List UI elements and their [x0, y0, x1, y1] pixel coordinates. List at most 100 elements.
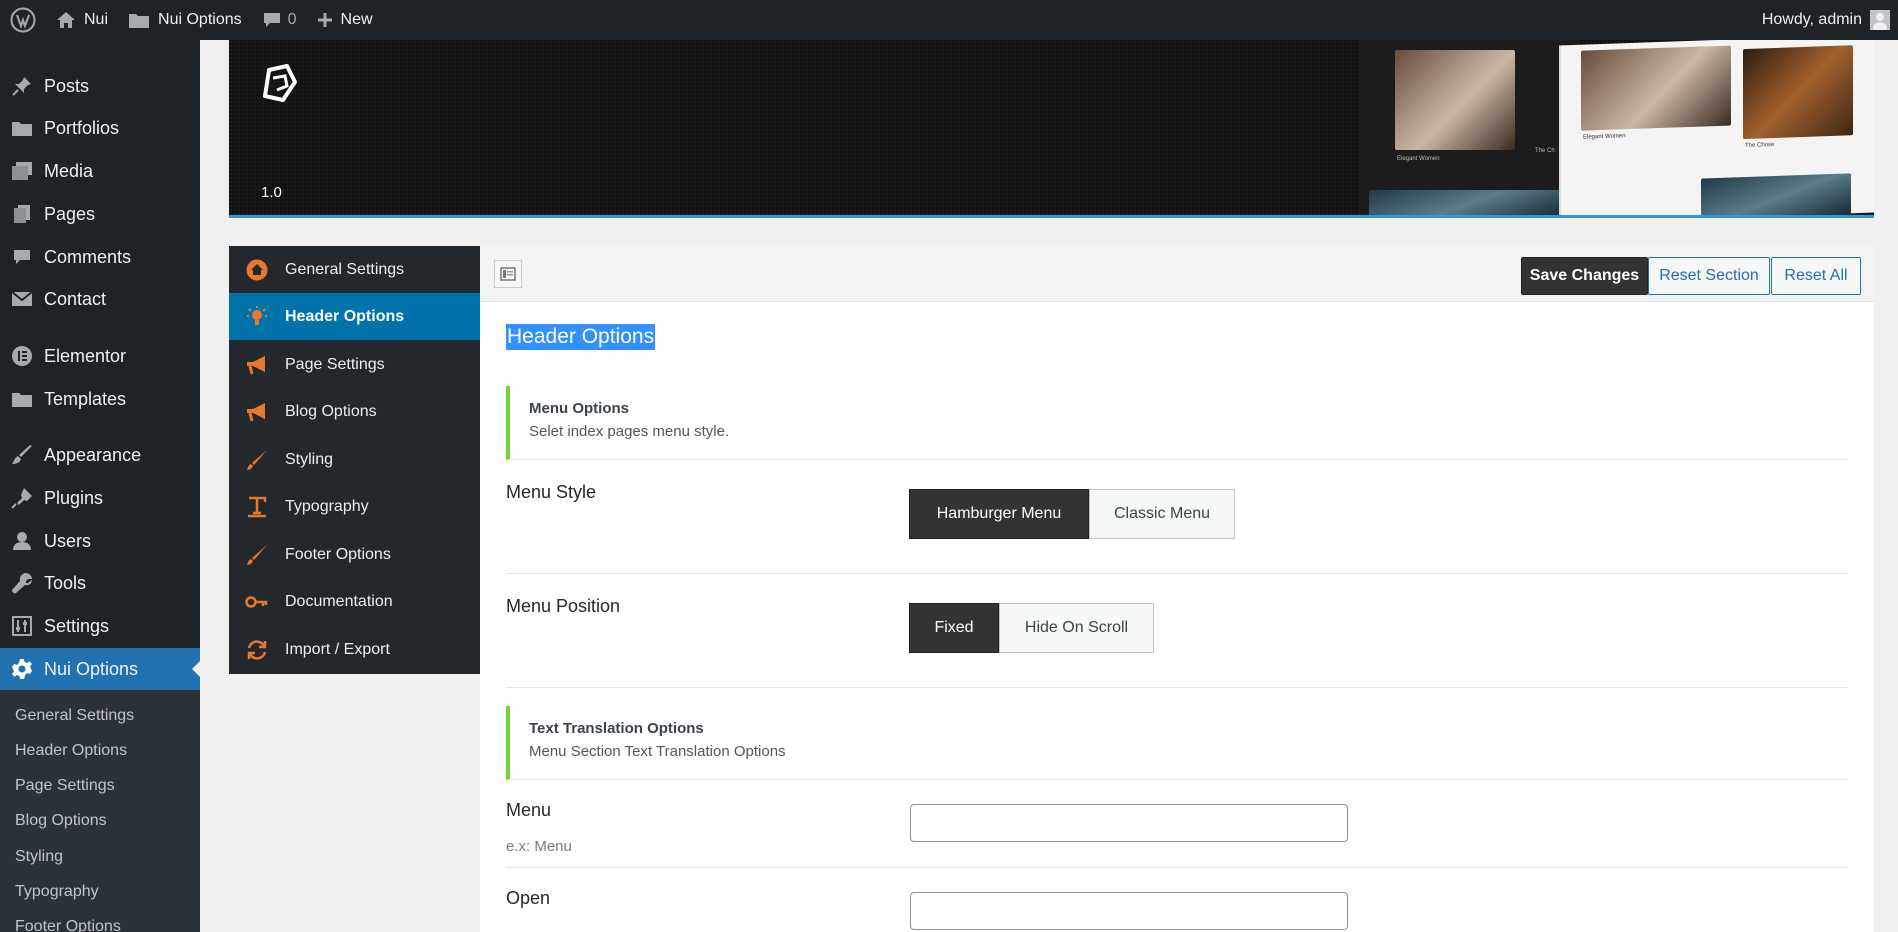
expand-options-button[interactable] — [494, 260, 522, 288]
my-account[interactable]: Howdy, admin — [1762, 0, 1890, 40]
preview-caption: The Ch — [1535, 148, 1555, 154]
info-title: Text Translation Options — [529, 720, 704, 737]
pushpin-icon — [12, 77, 31, 96]
key-icon — [245, 595, 268, 608]
menu-item-templates[interactable]: Templates — [0, 378, 200, 420]
menu-item-comments[interactable]: Comments — [0, 236, 200, 278]
submenu-item-general-settings[interactable]: General Settings — [15, 707, 134, 725]
options-nav-page-settings[interactable]: Page Settings — [229, 341, 480, 388]
options-nav-styling[interactable]: Styling — [229, 436, 480, 483]
field-label: Menu Position — [506, 596, 621, 616]
options-nav-header-options[interactable]: Header Options — [229, 293, 480, 340]
plus-icon — [317, 13, 332, 27]
menu-item-users[interactable]: Users — [0, 520, 200, 562]
admin-bar: Nui Nui Options 0 New Howdy, admin — [0, 0, 1898, 40]
submenu-item-blog-options[interactable]: Blog Options — [15, 812, 107, 830]
options-nav-footer-options[interactable]: Footer Options — [229, 531, 480, 578]
options-nav-documentation[interactable]: Documentation — [229, 578, 480, 625]
options-nav-general-settings[interactable]: General Settings — [229, 246, 480, 293]
nui-options-link[interactable]: Nui Options — [118, 0, 252, 40]
field-label: Menu Style — [506, 482, 597, 502]
menu-label: Settings — [44, 615, 110, 636]
menu-item-nui-options[interactable]: Nui Options — [0, 648, 200, 690]
comments-count: 0 — [287, 11, 297, 28]
menu-item-settings[interactable]: Settings — [0, 605, 200, 647]
menu-item-plugins[interactable]: Plugins — [0, 477, 200, 519]
menu-text-row: Menu e.x: Menu — [506, 780, 1848, 868]
comment-icon — [263, 13, 280, 27]
options-nav-label: Import / Export — [285, 640, 390, 658]
nui-options-submenu: General Settings Header Options Page Set… — [0, 690, 200, 932]
preview-photo — [1369, 190, 1569, 215]
folder-icon — [129, 14, 150, 28]
settings-sliders-icon — [12, 616, 32, 636]
site-name-link[interactable]: Nui — [46, 0, 118, 40]
options-nav-label: Header Options — [285, 307, 405, 325]
options-nav-label: Styling — [285, 450, 334, 468]
submenu-item-page-settings[interactable]: Page Settings — [15, 777, 115, 795]
reset-all-button[interactable]: Reset All — [1771, 257, 1861, 295]
options-nav-label: Documentation — [285, 592, 393, 610]
menu-style-hamburger-option[interactable]: Hamburger Menu — [909, 489, 1089, 539]
new-label: New — [340, 11, 373, 28]
menu-style-classic-option[interactable]: Classic Menu — [1089, 489, 1235, 539]
submenu-item-typography[interactable]: Typography — [15, 883, 99, 901]
submenu-item-footer-options[interactable]: Footer Options — [15, 918, 121, 932]
howdy-greeting: Howdy, admin — [1761, 11, 1862, 28]
options-nav-blog-options[interactable]: Blog Options — [229, 388, 480, 435]
options-nav-typography[interactable]: Typography — [229, 483, 480, 530]
menu-position-fixed-option[interactable]: Fixed — [909, 603, 999, 653]
menu-label: Appearance — [44, 444, 142, 465]
submenu-item-styling[interactable]: Styling — [15, 848, 63, 866]
menu-item-posts[interactable]: Posts — [0, 65, 200, 107]
menu-label: Plugins — [44, 487, 104, 508]
theme-banner: 1.0 Elegant Women The Ch Elegant Women T… — [229, 40, 1874, 218]
menu-item-media[interactable]: Media — [0, 150, 200, 192]
wordpress-icon — [10, 7, 36, 33]
menu-item-tools[interactable]: Tools — [0, 562, 200, 604]
megaphone-icon — [247, 402, 265, 421]
menu-item-elementor[interactable]: Elementor — [0, 335, 200, 377]
save-changes-button[interactable]: Save Changes — [1521, 257, 1648, 295]
info-title: Menu Options — [529, 400, 629, 417]
menu-text-input[interactable] — [910, 804, 1348, 842]
reset-section-button[interactable]: Reset Section — [1648, 257, 1770, 295]
menu-item-portfolios[interactable]: Portfolios — [0, 107, 200, 149]
new-content-link[interactable]: New — [307, 0, 383, 40]
menu-label: Posts — [44, 75, 90, 96]
menu-label: Elementor — [44, 345, 127, 366]
options-toolbar: Save Changes Reset Section Reset All — [480, 246, 1874, 302]
home-icon — [57, 12, 75, 28]
options-nav-label: Footer Options — [285, 545, 391, 563]
menu-label: Users — [44, 530, 92, 551]
preview-photo — [1701, 173, 1851, 215]
menu-style-row: Menu Style Hamburger Menu Classic Menu — [506, 460, 1848, 574]
expand-icon — [500, 267, 516, 281]
menu-label: Nui Options — [44, 658, 139, 679]
preview-dark-screenshot: Elegant Women The Ch — [1359, 40, 1579, 215]
menu-position-buttonset: Fixed Hide On Scroll — [909, 603, 1154, 653]
section-title: Header Options — [506, 324, 656, 350]
options-panel: Save Changes Reset Section Reset All Hea… — [480, 246, 1874, 932]
field-hint: e.x: Menu — [506, 838, 572, 855]
menu-item-pages[interactable]: Pages — [0, 193, 200, 235]
pages-icon — [14, 205, 30, 223]
folder-icon — [12, 393, 32, 407]
options-nav-label: Page Settings — [285, 355, 385, 373]
menu-position-hide-on-scroll-option[interactable]: Hide On Scroll — [999, 603, 1154, 653]
options-nav-import-export[interactable]: Import / Export — [229, 626, 480, 673]
text-icon — [248, 496, 267, 517]
info-description: Menu Section Text Translation Options — [529, 743, 786, 760]
avatar — [1870, 10, 1890, 30]
wordpress-logo[interactable] — [0, 0, 46, 40]
comments-link[interactable]: 0 — [252, 0, 307, 40]
open-text-input[interactable] — [910, 892, 1348, 930]
menu-item-appearance[interactable]: Appearance — [0, 434, 200, 476]
preview-photo — [1743, 45, 1853, 140]
brush-icon — [247, 544, 267, 565]
menu-item-contact[interactable]: Contact — [0, 278, 200, 320]
menu-label: Media — [44, 160, 94, 181]
open-text-row: Open — [506, 868, 1848, 932]
menu-label: Contact — [44, 288, 107, 309]
submenu-item-header-options[interactable]: Header Options — [15, 742, 127, 760]
